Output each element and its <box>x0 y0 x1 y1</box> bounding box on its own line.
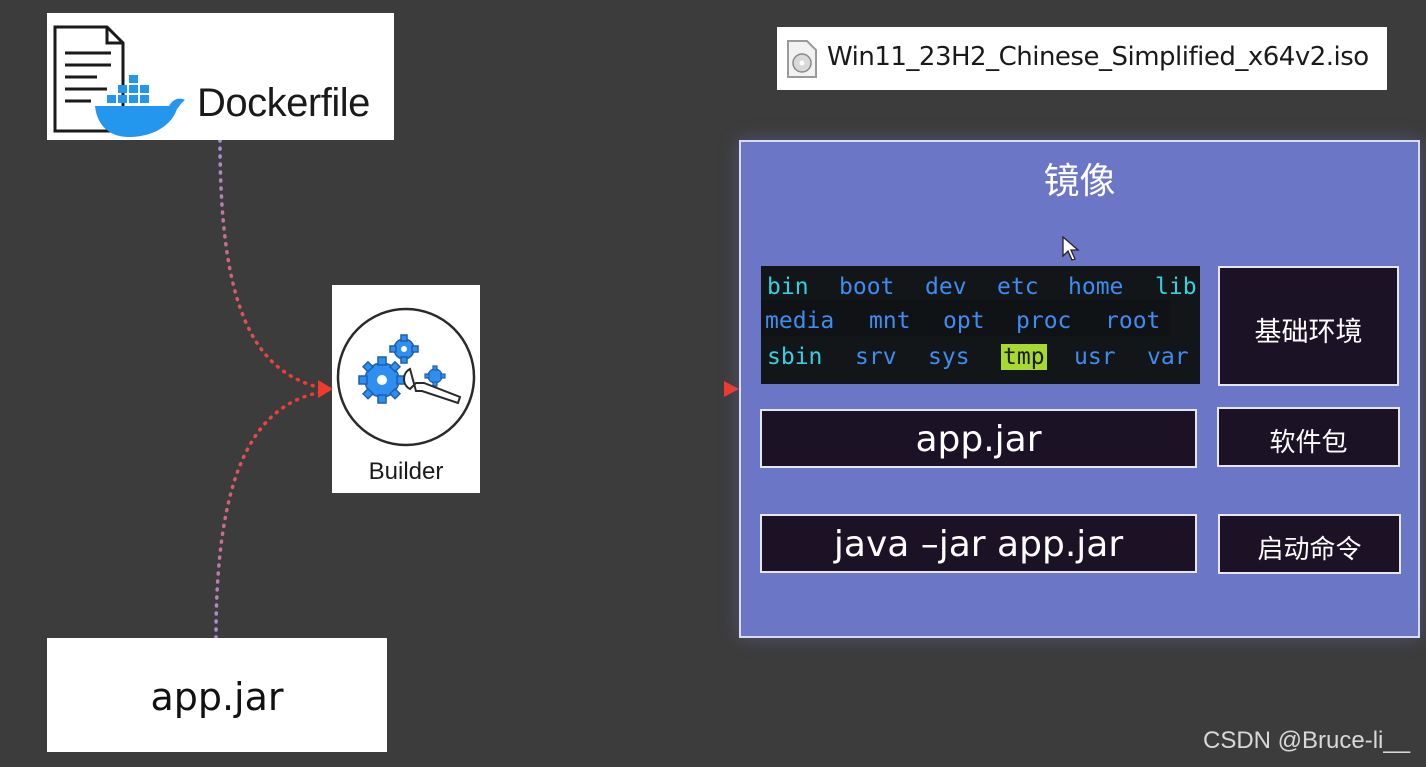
dockerfile-label: Dockerfile <box>197 81 370 125</box>
watermark: CSDN @Bruce-li__ <box>1203 727 1411 754</box>
base-environment-label: 基础环境 <box>1254 317 1363 348</box>
fs-dir: bin <box>767 274 809 300</box>
source-jar-label: app.jar <box>150 675 284 719</box>
fs-dir: root <box>1105 308 1161 334</box>
iso-filename: Win11_23H2_Chinese_Simplified_x64v2.iso <box>827 42 1369 72</box>
base-environment-box: 基础环境 <box>1218 266 1399 386</box>
fs-dir: lib <box>1155 274 1197 300</box>
fs-dir: sys <box>928 344 970 370</box>
fs-dir: etc <box>997 274 1039 300</box>
fs-dir: mnt <box>869 308 911 334</box>
image-arrowhead <box>724 381 739 397</box>
fs-dir: dev <box>925 274 967 300</box>
software-package-box: 软件包 <box>1217 407 1400 467</box>
disc-image-icon <box>787 40 817 78</box>
builder-arrowhead <box>318 380 333 398</box>
fs-dir-highlighted: tmp <box>1001 344 1047 370</box>
fs-dir: boot <box>839 274 895 300</box>
builder-card: Builder <box>332 285 480 493</box>
filesystem-block: bin boot dev etc home lib media mnt opt … <box>761 266 1200 384</box>
jar-to-builder-connector <box>214 390 324 640</box>
fs-dir: usr <box>1074 344 1116 370</box>
start-command-role-box: 启动命令 <box>1218 514 1401 574</box>
builder-gears-wrench-icon <box>336 307 476 447</box>
start-command-text: java –jar app.jar <box>833 524 1124 565</box>
fs-dir: home <box>1068 274 1124 300</box>
jar-layer-box: app.jar <box>760 409 1197 468</box>
fs-dir: media <box>765 308 835 334</box>
fs-dir: var <box>1147 344 1189 370</box>
software-package-label: 软件包 <box>1269 428 1348 458</box>
mouse-cursor-icon <box>1062 236 1080 261</box>
filesystem-row: sbin srv sys tmp usr var <box>761 344 1200 378</box>
fs-dir: srv <box>855 344 897 370</box>
fs-dir: proc <box>1016 308 1072 334</box>
image-panel: 镜像 bin boot dev etc home lib media mnt o… <box>739 140 1420 638</box>
dockerfile-card: Dockerfile <box>47 13 394 140</box>
filesystem-row: bin boot dev etc home lib <box>761 274 1200 308</box>
fs-dir: sbin <box>767 344 823 370</box>
fs-dir: opt <box>943 308 985 334</box>
filesystem-row: media mnt opt proc root <box>761 308 1200 342</box>
iso-file-chip: Win11_23H2_Chinese_Simplified_x64v2.iso <box>777 27 1387 90</box>
builder-label: Builder <box>368 458 444 485</box>
start-command-layer-box: java –jar app.jar <box>760 514 1197 573</box>
image-title: 镜像 <box>1043 161 1116 202</box>
start-command-role-label: 启动命令 <box>1257 535 1362 565</box>
source-jar-card: app.jar <box>47 638 387 752</box>
dockerfile-to-builder-connector <box>218 138 324 390</box>
docker-whale-icon <box>95 75 185 137</box>
jar-layer-label: app.jar <box>915 419 1042 460</box>
